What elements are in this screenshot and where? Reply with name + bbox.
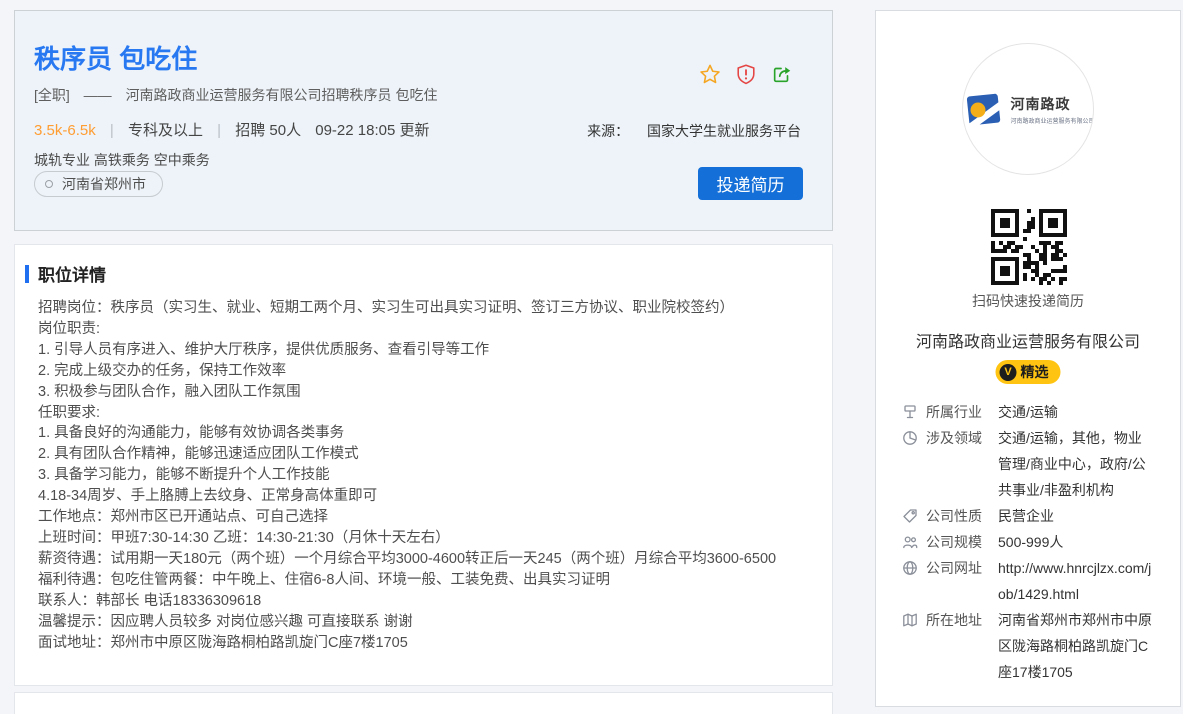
separator: | bbox=[217, 122, 221, 139]
info-row-website: 公司网址 http://www.hnrcjlzx.com/job/1429.ht… bbox=[902, 555, 1168, 607]
detail-line: 招聘岗位：秩序员（实习生、就业、短期工两个月、实习生可出具实习证明、签订三方协议… bbox=[38, 298, 820, 319]
qr-code bbox=[991, 209, 1067, 285]
detail-line: 2. 完成上级交办的任务，保持工作效率 bbox=[38, 361, 820, 382]
location-label: 河南省郑州市 bbox=[62, 174, 146, 194]
job-subtitle-line: [全职] —— 河南路政商业运营服务有限公司招聘秩序员 包吃住 bbox=[34, 85, 447, 105]
info-label: 涉及领域 bbox=[926, 425, 986, 451]
verified-v-icon: V bbox=[1000, 364, 1017, 381]
source-value: 国家大学生就业服务平台 bbox=[647, 123, 801, 139]
info-row-nature: 公司性质 民营企业 bbox=[902, 503, 1168, 529]
job-detail-page: 秩序员 包吃住 [全职] —— 河南路政商业运营服务有限公司招聘秩序员 包吃住 … bbox=[0, 0, 1183, 714]
job-description: 招聘岗位：秩序员（实习生、就业、短期工两个月、实习生可出具实习证明、签订三方协议… bbox=[38, 298, 820, 653]
info-value: 交通/运输，其他，物业管理/商业中心，政府/公共事业/非盈利机构 bbox=[998, 425, 1154, 503]
info-row-field: 涉及领域 交通/运输，其他，物业管理/商业中心，政府/公共事业/非盈利机构 bbox=[902, 425, 1168, 503]
updated-time: 09-22 18:05 更新 bbox=[315, 122, 429, 139]
detail-line: 上班时间：甲班7:30-14:30 乙班：14:30-21:30（月休十天左右） bbox=[38, 528, 820, 549]
detail-line: 福利待遇：包吃住管两餐：中午晚上、住宿6-8人间、环境一般、工装免费、出具实习证… bbox=[38, 570, 820, 591]
info-label: 公司网址 bbox=[926, 555, 986, 581]
featured-badge: V 精选 bbox=[996, 360, 1061, 384]
info-value: 河南省郑州市郑州市中原区陇海路桐柏路凯旋门C座17楼1705 bbox=[998, 607, 1154, 685]
scan-hint: 扫码快速投递简历 bbox=[876, 291, 1180, 311]
signpost-icon bbox=[902, 404, 918, 420]
detail-line: 温馨提示：因应聘人员较多 对岗位感兴趣 可直接联系 谢谢 bbox=[38, 612, 820, 633]
globe-icon bbox=[902, 560, 918, 576]
section-header: 职位详情 bbox=[25, 261, 106, 286]
info-label: 公司规模 bbox=[926, 529, 986, 555]
info-row-address: 所在地址 河南省郑州市郑州市中原区陇海路桐柏路凯旋门C座17楼1705 bbox=[902, 607, 1168, 685]
job-subtitle: 河南路政商业运营服务有限公司招聘秩序员 包吃住 bbox=[126, 87, 438, 103]
headcount: 招聘 50人 bbox=[235, 122, 301, 139]
detail-line: 任职要求: bbox=[38, 403, 820, 424]
detail-line: 1. 具备良好的沟通能力，能够有效协调各类事务 bbox=[38, 423, 820, 444]
info-value: 交通/运输 bbox=[998, 399, 1154, 425]
company-logo: 河南路政 河南路政商业运营服务有限公司 bbox=[962, 43, 1094, 175]
job-meta-line: 3.5k-6.5k | 专科及以上 | 招聘 50人 09-22 18:05 更… bbox=[34, 119, 430, 140]
employment-type: [全职] bbox=[34, 87, 70, 103]
tag-icon bbox=[902, 508, 918, 524]
favorite-star-icon[interactable] bbox=[699, 63, 721, 85]
logo-name: 河南路政 bbox=[1011, 94, 1095, 114]
pie-chart-icon bbox=[902, 430, 918, 446]
job-tags: 城轨专业 高铁乘务 空中乘务 bbox=[34, 150, 210, 170]
apply-resume-button[interactable]: 投递简历 bbox=[698, 167, 803, 200]
education-requirement: 专科及以上 bbox=[128, 122, 203, 139]
people-icon bbox=[902, 534, 918, 550]
source-line: 来源： 国家大学生就业服务平台 bbox=[587, 121, 801, 141]
company-logo-text: 河南路政 河南路政商业运营服务有限公司 bbox=[1011, 94, 1095, 125]
report-shield-icon[interactable] bbox=[735, 63, 757, 85]
detail-line: 4.18-34周岁、手上胳膊上去纹身、正常身高体重即可 bbox=[38, 486, 820, 507]
share-icon[interactable] bbox=[771, 63, 793, 85]
header-actions bbox=[699, 63, 793, 85]
map-icon bbox=[902, 612, 918, 628]
detail-line: 1. 引导人员有序进入、维护大厅秩序，提供优质服务、查看引导等工作 bbox=[38, 340, 820, 361]
info-row-industry: 所属行业 交通/运输 bbox=[902, 399, 1168, 425]
section-title: 职位详情 bbox=[38, 261, 106, 286]
info-value: 民营企业 bbox=[998, 503, 1154, 529]
section-bar-decoration bbox=[25, 265, 29, 283]
company-website-link[interactable]: http://www.hnrcjlzx.com/job/1429.html bbox=[998, 555, 1154, 607]
location-tag: 河南省郑州市 bbox=[34, 171, 163, 197]
info-label: 所属行业 bbox=[926, 399, 986, 425]
featured-badge-label: 精选 bbox=[1021, 362, 1049, 382]
job-detail-panel: 职位详情 招聘岗位：秩序员（实习生、就业、短期工两个月、实习生可出具实习证明、签… bbox=[14, 244, 833, 686]
info-label: 所在地址 bbox=[926, 607, 986, 633]
company-sidebar: 河南路政 河南路政商业运营服务有限公司 扫码快速投递简历 河南路政商业运营服务有… bbox=[875, 10, 1181, 707]
company-info-list: 所属行业 交通/运输 涉及领域 交通/运输，其他，物业管理/商业中心，政府/公共… bbox=[902, 399, 1168, 685]
detail-line: 2. 具有团队合作精神，能够迅速适应团队工作模式 bbox=[38, 444, 820, 465]
separator: | bbox=[110, 122, 114, 139]
info-label: 公司性质 bbox=[926, 503, 986, 529]
detail-line: 面试地址：郑州市中原区陇海路桐柏路凯旋门C座7楼1705 bbox=[38, 633, 820, 654]
source-label: 来源： bbox=[587, 123, 629, 139]
salary-range: 3.5k-6.5k bbox=[34, 122, 96, 139]
location-ring-icon bbox=[45, 180, 53, 188]
company-name: 河南路政商业运营服务有限公司 bbox=[876, 328, 1180, 352]
detail-line: 薪资待遇：试用期一天180元（两个班）一个月综合平均3000-4600转正后一天… bbox=[38, 549, 820, 570]
job-title: 秩序员 包吃住 bbox=[34, 39, 197, 76]
info-row-scale: 公司规模 500-999人 bbox=[902, 529, 1168, 555]
logo-subtext: 河南路政商业运营服务有限公司 bbox=[1011, 116, 1095, 125]
detail-line: 联系人：韩部长 电话18336309618 bbox=[38, 591, 820, 612]
job-header-card: 秩序员 包吃住 [全职] —— 河南路政商业运营服务有限公司招聘秩序员 包吃住 … bbox=[14, 10, 833, 231]
dash-separator: —— bbox=[84, 87, 112, 103]
info-value: 500-999人 bbox=[998, 529, 1154, 555]
detail-line: 3. 积极参与团队合作，融入团队工作氛围 bbox=[38, 382, 820, 403]
detail-line: 岗位职责: bbox=[38, 319, 820, 340]
detail-line: 3. 具备学习能力，能够不断提升个人工作技能 bbox=[38, 465, 820, 486]
company-logo-mark-icon bbox=[962, 87, 1006, 131]
detail-line: 工作地点：郑州市区已开通站点、可自己选择 bbox=[38, 507, 820, 528]
next-section-panel bbox=[14, 692, 833, 714]
